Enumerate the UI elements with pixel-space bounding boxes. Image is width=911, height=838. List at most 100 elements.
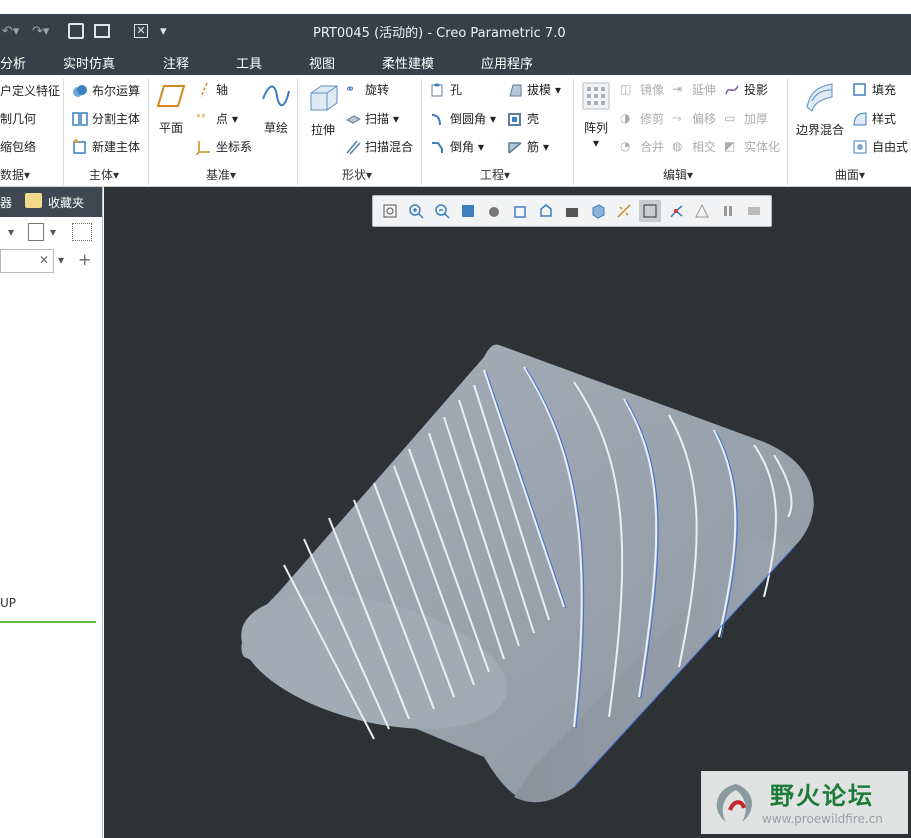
shrinkwrap-button[interactable]: 缩包络 xyxy=(0,138,36,155)
tab-model-tree[interactable]: 器 xyxy=(0,194,12,211)
group-data[interactable]: 数据▾ xyxy=(0,166,30,183)
spin-icon[interactable] xyxy=(743,200,765,222)
menu-annotate[interactable]: 注释 xyxy=(163,53,189,72)
regenerate-icon[interactable] xyxy=(68,23,84,39)
new-body-label: 新建主体 xyxy=(92,140,141,154)
show-dropdown-icon[interactable]: ▾ xyxy=(50,225,56,239)
sweep-dropdown-icon[interactable]: ▾ xyxy=(393,112,399,126)
plane-button[interactable]: 平面 xyxy=(155,83,187,136)
close-window-icon[interactable]: ✕ xyxy=(134,24,148,38)
group-shape[interactable]: 形状▾ xyxy=(342,166,372,183)
group-edit-label: 编辑 xyxy=(663,168,688,182)
zoom-in-icon[interactable] xyxy=(405,200,427,222)
group-edit[interactable]: 编辑▾ xyxy=(663,166,693,183)
csys-button[interactable]: 坐标系 xyxy=(196,138,252,155)
split-body-button[interactable]: 分割主体 xyxy=(72,110,140,127)
boundary-blend-icon xyxy=(806,83,833,112)
menu-simulation[interactable]: 实时仿真 xyxy=(63,53,115,72)
group-datum[interactable]: 基准▾ xyxy=(206,166,236,183)
revolve-button[interactable]: ⚭ 旋转 xyxy=(345,81,389,98)
group-body[interactable]: 主体▾ xyxy=(89,166,119,183)
swept-blend-button[interactable]: 扫描混合 xyxy=(345,138,413,155)
mirror-button[interactable]: ◫ 镜像 xyxy=(620,81,664,98)
search-input[interactable]: ✕ xyxy=(0,249,54,273)
windows-icon[interactable] xyxy=(94,24,110,38)
axis-button[interactable]: 轴 xyxy=(196,81,228,98)
menu-analysis[interactable]: 分析 xyxy=(0,53,26,72)
chamfer-button[interactable]: 倒角 ▾ xyxy=(430,138,484,155)
hole-button[interactable]: 孔 xyxy=(430,81,462,98)
pause-icon[interactable] xyxy=(717,200,739,222)
part-model[interactable] xyxy=(104,187,911,838)
boundary-blend-label: 边界混合 xyxy=(795,123,844,137)
group-shape-label: 形状 xyxy=(342,168,367,182)
trim-button[interactable]: ◑ 修剪 xyxy=(620,110,664,127)
style-button[interactable]: 样式 xyxy=(852,110,896,127)
sketch-label: 草绘 xyxy=(263,121,288,135)
project-button[interactable]: 投影 xyxy=(724,81,768,98)
offset-button[interactable]: ⤳ 偏移 xyxy=(672,110,716,127)
menu-tools[interactable]: 工具 xyxy=(236,53,262,72)
point-dropdown-icon[interactable]: ▾ xyxy=(232,112,238,126)
draft-dropdown-icon[interactable]: ▾ xyxy=(555,83,561,97)
group-engineering[interactable]: 工程▾ xyxy=(480,166,510,183)
project-icon xyxy=(725,85,739,94)
csys-label: 坐标系 xyxy=(216,140,253,154)
customize-toolbar-icon[interactable]: ▾ xyxy=(160,24,167,39)
spin-center-icon[interactable] xyxy=(665,200,687,222)
datum-display-icon[interactable] xyxy=(613,200,635,222)
saved-orientations-icon[interactable] xyxy=(509,200,531,222)
udf-button[interactable]: 户定义特征 xyxy=(0,82,60,99)
merge-button[interactable]: ◔ 合并 xyxy=(620,138,664,155)
pattern-button[interactable]: 阵列 ▾ xyxy=(580,81,612,150)
draft-button[interactable]: 拔模 ▾ xyxy=(507,81,561,98)
group-surface[interactable]: 曲面▾ xyxy=(835,166,865,183)
settings-dropdown-icon[interactable]: ▾ xyxy=(8,225,14,239)
shell-button[interactable]: 壳 xyxy=(507,110,539,127)
revolve-icon: ⚭ xyxy=(345,81,356,96)
boolean-button[interactable]: 布尔运算 xyxy=(72,82,140,99)
fill-button[interactable]: 填充 xyxy=(852,81,896,98)
appearance-icon[interactable] xyxy=(691,200,713,222)
show-icon[interactable] xyxy=(28,223,44,241)
repaint-icon[interactable] xyxy=(457,200,479,222)
redo-icon[interactable]: ↷▾ xyxy=(32,24,49,39)
refit-icon[interactable] xyxy=(379,200,401,222)
rib-button[interactable]: 筋 ▾ xyxy=(507,138,549,155)
add-icon[interactable]: + xyxy=(78,250,91,269)
pattern-dropdown-icon[interactable]: ▾ xyxy=(593,136,599,150)
round-button[interactable]: 倒圆角 ▾ xyxy=(430,110,496,127)
tab-favorites[interactable]: 收藏夹 xyxy=(48,194,84,211)
zoom-out-icon[interactable] xyxy=(431,200,453,222)
copy-geometry-button[interactable]: 制几何 xyxy=(0,110,36,127)
sketch-button[interactable]: 草绘 xyxy=(260,83,292,136)
extend-button[interactable]: ⇥ 延伸 xyxy=(672,81,716,98)
annotation-display-icon[interactable] xyxy=(639,200,661,222)
sweep-button[interactable]: 扫描 ▾ xyxy=(345,110,399,127)
sweep-label: 扫描 xyxy=(365,112,390,126)
chamfer-dropdown-icon[interactable]: ▾ xyxy=(478,140,484,154)
boundary-blend-button[interactable]: 边界混合 xyxy=(794,81,846,138)
undo-icon[interactable]: ↶▾ xyxy=(2,24,19,39)
clear-search-icon[interactable]: ✕ xyxy=(39,253,49,267)
menu-applications[interactable]: 应用程序 xyxy=(481,53,533,72)
rib-dropdown-icon[interactable]: ▾ xyxy=(543,140,549,154)
solidify-button[interactable]: ◩ 实体化 xyxy=(724,138,780,155)
display-style-icon[interactable] xyxy=(483,200,505,222)
thicken-button[interactable]: ▭ 加厚 xyxy=(724,110,768,127)
perspective-icon[interactable] xyxy=(561,200,583,222)
new-body-button[interactable]: 新建主体 xyxy=(72,138,140,155)
round-dropdown-icon[interactable]: ▾ xyxy=(490,112,496,126)
tree-item[interactable]: UP xyxy=(0,596,16,610)
freestyle-button[interactable]: 自由式 xyxy=(852,138,908,155)
point-button[interactable]: ˣˣ 点 ▾ xyxy=(196,110,238,127)
filter-icon[interactable] xyxy=(72,223,92,241)
search-dropdown-icon[interactable]: ▾ xyxy=(58,253,64,267)
extrude-button[interactable]: 拉伸 xyxy=(305,81,341,138)
view-manager-icon[interactable] xyxy=(535,200,557,222)
menu-flexible-modeling[interactable]: 柔性建模 xyxy=(382,53,434,72)
menu-view[interactable]: 视图 xyxy=(309,53,335,72)
intersect-button[interactable]: ◍ 相交 xyxy=(672,138,716,155)
graphics-viewport[interactable]: 野火论坛 www.proewildfire.cn xyxy=(104,187,911,838)
section-icon[interactable] xyxy=(587,200,609,222)
